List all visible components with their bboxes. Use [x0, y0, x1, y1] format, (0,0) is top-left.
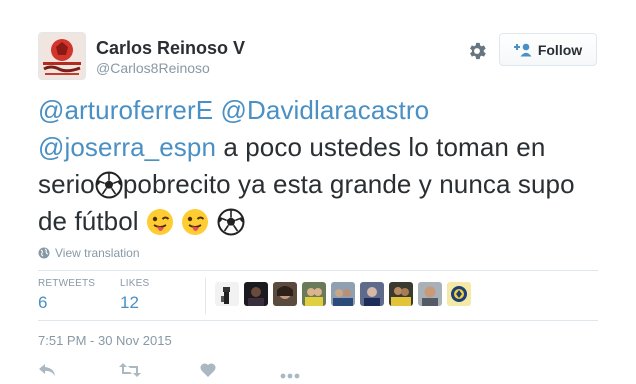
divider-top: [38, 270, 598, 271]
liker-avatar[interactable]: [418, 282, 442, 306]
retweet-icon: [119, 363, 141, 377]
liker-avatar[interactable]: [215, 282, 239, 306]
likes-stat[interactable]: LIKES 12: [120, 278, 149, 313]
winking-tongue-emoji-icon: [146, 209, 173, 235]
divider-bottom: [38, 320, 598, 321]
tweet-text: @arturoferrerE @Davidlaracastro @joserra…: [38, 92, 598, 240]
gear-icon: [470, 42, 486, 60]
retweets-count: 6: [38, 293, 48, 312]
likes-label: LIKES: [120, 278, 150, 289]
liker-avatar[interactable]: [302, 282, 326, 306]
reply-icon: [39, 364, 55, 376]
likes-count: 12: [120, 293, 139, 312]
liker-avatar[interactable]: [331, 282, 355, 306]
mention-arturoferrere[interactable]: @arturoferrerE: [38, 95, 213, 125]
likers-avatars: [215, 282, 471, 306]
reply-button[interactable]: [38, 362, 56, 383]
more-button[interactable]: [280, 366, 300, 384]
like-button[interactable]: [200, 362, 216, 383]
retweets-stat[interactable]: RETWEETS 6: [38, 278, 95, 313]
more-icon: [280, 373, 300, 379]
avatar-logo-icon: [39, 33, 85, 79]
follow-button[interactable]: Follow: [499, 33, 597, 66]
tweet-card: Carlos Reinoso V @Carlos8Reinoso Follow …: [0, 0, 636, 383]
liker-avatar[interactable]: [244, 282, 268, 306]
settings-gear-button[interactable]: [466, 40, 488, 62]
liker-avatar[interactable]: [389, 282, 413, 306]
retweet-button[interactable]: [119, 362, 141, 383]
tweet-timestamp[interactable]: 7:51 PM - 30 Nov 2015: [38, 333, 172, 348]
add-user-icon: [513, 43, 532, 56]
liker-avatar[interactable]: [273, 282, 297, 306]
user-handle[interactable]: @Carlos8Reinoso: [96, 60, 210, 76]
avatar[interactable]: [38, 32, 86, 80]
user-name[interactable]: Carlos Reinoso V: [96, 38, 245, 59]
follow-label: Follow: [537, 41, 583, 58]
globe-icon: [38, 247, 50, 259]
mention-joserra-espn[interactable]: @joserra_espn: [38, 132, 216, 162]
winking-tongue-emoji-icon-2: [182, 209, 209, 235]
view-translation-label: View translation: [55, 246, 140, 260]
stats-separator: [205, 278, 206, 314]
liker-avatar[interactable]: [447, 282, 471, 306]
view-translation-link[interactable]: View translation: [38, 246, 140, 260]
mention-davidlaracastro[interactable]: @Davidlaracastro: [221, 95, 430, 125]
liker-avatar[interactable]: [360, 282, 384, 306]
soccer-ball-icon-2: [217, 208, 245, 236]
soccer-ball-icon: [95, 171, 123, 199]
heart-icon: [200, 363, 216, 377]
retweets-label: RETWEETS: [38, 278, 96, 289]
